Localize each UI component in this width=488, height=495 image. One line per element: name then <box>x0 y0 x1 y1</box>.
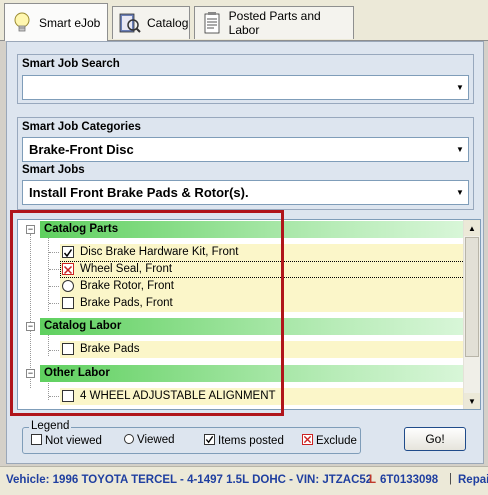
checkbox-checked-icon[interactable] <box>62 246 74 258</box>
collapse-toggle-icon[interactable]: − <box>26 369 35 378</box>
dropdown-arrow-icon[interactable]: ▼ <box>453 139 467 160</box>
vehicle-info: Vehicle: 1996 TOYOTA TERCEL - 4-1497 1.5… <box>6 474 373 486</box>
go-button[interactable]: Go! <box>404 427 466 451</box>
tab-label: Smart eJob <box>39 15 101 30</box>
smart-job-categories-group: Smart Job Categories Brake-Front Disc ▼ … <box>17 117 474 210</box>
section-label: Other Labor <box>44 367 110 379</box>
tab-catalog[interactable]: Catalog <box>112 6 190 39</box>
smart-job-tree: − Catalog Parts Disc Brake Hardware Kit,… <box>17 219 481 410</box>
categories-title: Smart Job Categories <box>22 121 141 133</box>
tree-item-label: 4 WHEEL ADJUSTABLE ALIGNMENT <box>80 390 276 402</box>
tree-scrollbar[interactable]: ▲ ▼ <box>463 220 480 409</box>
collapse-toggle-icon[interactable]: − <box>26 225 35 234</box>
viewed-radio-icon <box>124 434 134 444</box>
tree-item-label: Wheel Seal, Front <box>80 263 173 275</box>
dropdown-arrow-icon[interactable]: ▼ <box>453 182 467 203</box>
jobs-combo[interactable]: Install Front Brake Pads & Rotor(s). ▼ <box>22 180 469 205</box>
status-bar: Vehicle: 1996 TOYOTA TERCEL - 4-1497 1.5… <box>0 466 488 495</box>
smart-job-search-group: Smart Job Search ▼ <box>17 54 474 104</box>
legend-exclude: Exclude <box>302 434 357 447</box>
legend-not-viewed: Not viewed <box>31 434 102 447</box>
tree-item-label: Brake Pads, Front <box>80 297 173 309</box>
tab-smart-ejob[interactable]: Smart eJob <box>4 3 108 41</box>
vin-suffix: 6T0133098 <box>380 474 439 486</box>
tab-posted-parts[interactable]: Posted Parts and Labor <box>194 6 354 39</box>
jobs-title: Smart Jobs <box>22 164 85 176</box>
exclude-checkbox-icon <box>302 434 313 445</box>
legend-items-posted: Items posted <box>204 434 284 447</box>
collapse-toggle-icon[interactable]: − <box>26 322 35 331</box>
checkbox-empty-icon[interactable] <box>62 343 74 355</box>
checkbox-empty-icon[interactable] <box>62 297 74 309</box>
section-header: Other Labor <box>40 365 463 382</box>
catalog-search-icon <box>117 10 143 36</box>
section-label: Catalog Labor <box>44 320 122 332</box>
tree-item-label: Brake Rotor, Front <box>80 280 174 292</box>
tree-item-label: Disc Brake Hardware Kit, Front <box>80 246 239 258</box>
section-header: Catalog Parts <box>40 221 463 238</box>
scroll-thumb[interactable] <box>465 237 479 357</box>
tab-label: Catalog <box>147 16 189 30</box>
repair-link[interactable]: Repai <box>458 474 488 486</box>
categories-value: Brake-Front Disc <box>29 142 134 157</box>
viewed-radio-icon[interactable] <box>62 280 74 292</box>
tab-bar: Smart eJob Catalog Posted Parts and Labo… <box>0 0 488 41</box>
checkbox-checked-icon <box>204 434 215 445</box>
legend-viewed-label: Viewed <box>137 434 175 446</box>
dropdown-arrow-icon[interactable]: ▼ <box>453 77 467 98</box>
checkbox-empty-icon <box>31 434 42 445</box>
jobs-value: Install Front Brake Pads & Rotor(s). <box>29 185 249 200</box>
legend-viewed: Viewed <box>124 434 175 446</box>
legend-title: Legend <box>29 420 72 432</box>
scroll-down-icon[interactable]: ▼ <box>464 393 480 409</box>
legend-items-posted-label: Items posted <box>218 435 284 447</box>
search-title: Smart Job Search <box>22 58 120 70</box>
legend-not-viewed-label: Not viewed <box>45 435 102 447</box>
section-label: Catalog Parts <box>44 223 119 235</box>
legend-exclude-label: Exclude <box>316 435 357 447</box>
notepad-icon <box>199 10 225 36</box>
tab-label: Posted Parts and Labor <box>228 9 321 37</box>
scroll-up-icon[interactable]: ▲ <box>464 220 480 236</box>
search-combo[interactable]: ▼ <box>22 75 469 100</box>
exclude-checkbox-icon[interactable] <box>62 263 74 275</box>
vin-mid: L <box>369 474 377 486</box>
tree-item-label: Brake Pads <box>80 343 140 355</box>
categories-combo[interactable]: Brake-Front Disc ▼ <box>22 137 469 162</box>
section-header: Catalog Labor <box>40 318 463 335</box>
lightbulb-icon <box>9 10 35 36</box>
checkbox-empty-icon[interactable] <box>62 390 74 402</box>
legend: Legend Not viewed Viewed Items posted Ex… <box>22 420 361 454</box>
status-separator: | <box>449 473 452 485</box>
